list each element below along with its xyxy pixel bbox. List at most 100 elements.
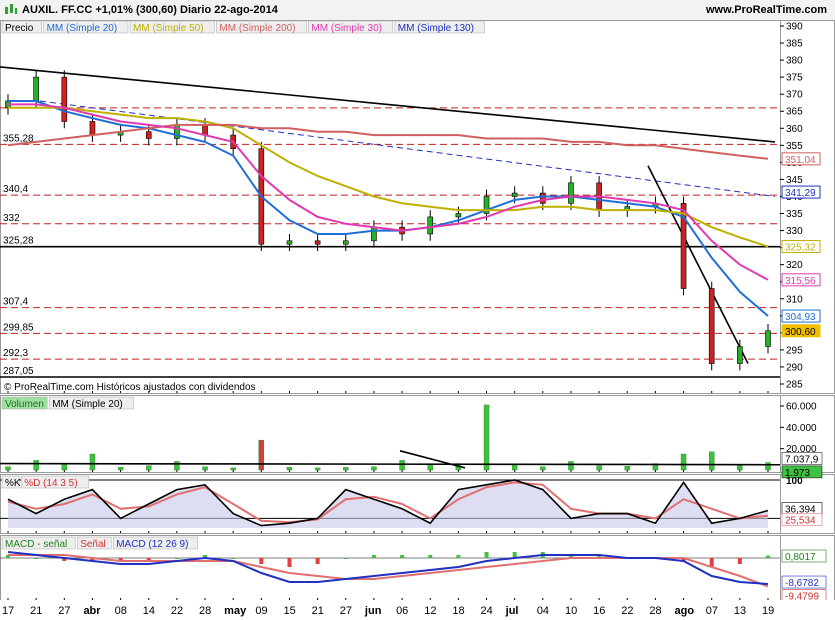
x-axis-label: 14 xyxy=(143,605,155,617)
price-tag-label: 300,60 xyxy=(785,327,816,338)
volume-bar xyxy=(5,466,11,471)
volume-axis-label: 40.000 xyxy=(786,423,817,434)
x-axis-label: jul xyxy=(505,605,519,617)
legend-label: MM (Simple 130) xyxy=(398,23,474,34)
price-tag-label: 315,56 xyxy=(785,276,816,287)
x-axis-label: 13 xyxy=(734,605,746,617)
candle xyxy=(371,226,377,242)
price-axis-label: 285 xyxy=(786,380,803,391)
x-axis-label: 15 xyxy=(283,605,295,617)
x-axis-label: abr xyxy=(83,605,101,617)
volume-bar xyxy=(765,462,771,471)
candle xyxy=(765,330,771,347)
candle xyxy=(314,240,321,245)
candle xyxy=(286,240,293,245)
volume-bar xyxy=(174,461,180,471)
price-axis-label: 320 xyxy=(786,260,803,271)
volume-bar xyxy=(258,439,265,471)
legend-label: Precio xyxy=(5,23,34,34)
price-axis-label: 295 xyxy=(786,345,803,356)
macd-histogram-bar xyxy=(259,558,264,564)
x-axis-label: 18 xyxy=(452,605,464,617)
macd-histogram-bar xyxy=(456,555,461,558)
legend-label: MM (Simple 200) xyxy=(219,23,295,34)
volume-bar xyxy=(286,467,293,471)
copyright-text: © ProRealTime.com Históricos ajustados c… xyxy=(4,382,256,393)
x-axis-label: 16 xyxy=(593,605,605,617)
legend-label: MM (Simple 20) xyxy=(47,23,118,34)
candle xyxy=(33,76,39,102)
x-axis-label: 17 xyxy=(2,605,14,617)
macd-histogram-bar xyxy=(737,558,742,564)
price-tag-label: 325,32 xyxy=(785,243,816,254)
level-label: 292,3 xyxy=(3,348,28,359)
price-axis-label: 345 xyxy=(786,175,803,186)
price-axis-label: 360 xyxy=(786,124,803,135)
candle xyxy=(708,288,715,364)
level-label: 325,28 xyxy=(3,236,34,247)
macd-histogram-bar xyxy=(34,558,39,559)
macd-histogram-bar xyxy=(174,558,179,559)
x-axis-label: 10 xyxy=(565,605,577,617)
volume-bar xyxy=(117,467,124,471)
legend-label: %D (14 3 5) xyxy=(24,478,77,489)
volume-bar xyxy=(314,467,321,471)
price-tag-label: 351,04 xyxy=(785,155,816,166)
macd-histogram-bar xyxy=(315,558,320,564)
candle xyxy=(568,182,574,204)
macd-histogram-bar xyxy=(766,555,770,558)
macd-histogram-bar xyxy=(287,558,292,567)
volume-bar xyxy=(737,464,743,471)
price-axis-label: 290 xyxy=(786,362,803,373)
x-axis-label: 09 xyxy=(255,605,267,617)
volume-bar xyxy=(483,404,490,471)
candle xyxy=(455,213,462,218)
volume-bar xyxy=(33,460,39,471)
price-axis-label: 385 xyxy=(786,39,803,50)
macd-histogram-bar xyxy=(231,558,236,559)
price-axis-label: 310 xyxy=(786,294,803,305)
volume-bar xyxy=(624,466,630,471)
legend-label: MACD (12 26 9) xyxy=(116,539,188,550)
candle xyxy=(145,131,152,139)
x-axis-label: 21 xyxy=(30,605,42,617)
candle xyxy=(202,124,208,136)
volume-bar xyxy=(230,467,236,471)
volume-bar xyxy=(596,465,602,471)
volume-bar xyxy=(680,453,687,471)
legend-label: MM (Simple 50) xyxy=(133,23,204,34)
chart-area[interactable]: 2852902953003053103153203253303353403453… xyxy=(0,0,835,620)
x-axis-label: jun xyxy=(364,605,382,617)
price-axis-label: 380 xyxy=(786,56,803,67)
candle xyxy=(89,121,96,136)
x-axis-label: 21 xyxy=(312,605,324,617)
legend-label: MACD - señal xyxy=(5,539,67,550)
price-axis-label: 335 xyxy=(786,209,803,220)
x-axis-label: 08 xyxy=(115,605,127,617)
legend-label: MM (Simple 30) xyxy=(311,23,382,34)
x-axis-label: 12 xyxy=(424,605,436,617)
x-axis-label: 19 xyxy=(762,605,774,617)
legend-label: MM (Simple 20) xyxy=(52,399,123,410)
volume-bar xyxy=(202,466,208,471)
volume-bar xyxy=(399,460,405,471)
x-axis-label: 28 xyxy=(199,605,211,617)
volume-bar xyxy=(511,464,518,471)
volume-bar xyxy=(540,466,546,471)
candle xyxy=(511,192,518,197)
x-axis-label: 22 xyxy=(621,605,633,617)
volume-axis-label: 60.000 xyxy=(786,402,817,413)
x-axis-label: 24 xyxy=(481,605,493,617)
level-label: 340,4 xyxy=(3,184,28,195)
volume-bar xyxy=(568,461,574,471)
x-axis-label: 28 xyxy=(649,605,661,617)
level-label: 307,4 xyxy=(3,297,28,308)
price-axis-label: 390 xyxy=(786,22,803,33)
price-axis-label: 370 xyxy=(786,90,803,101)
macd-histogram-bar xyxy=(428,555,433,558)
candle xyxy=(61,76,68,122)
candle xyxy=(737,346,743,364)
candle xyxy=(427,216,434,235)
price-tag-label: 341,29 xyxy=(785,188,816,199)
candle xyxy=(540,192,546,204)
